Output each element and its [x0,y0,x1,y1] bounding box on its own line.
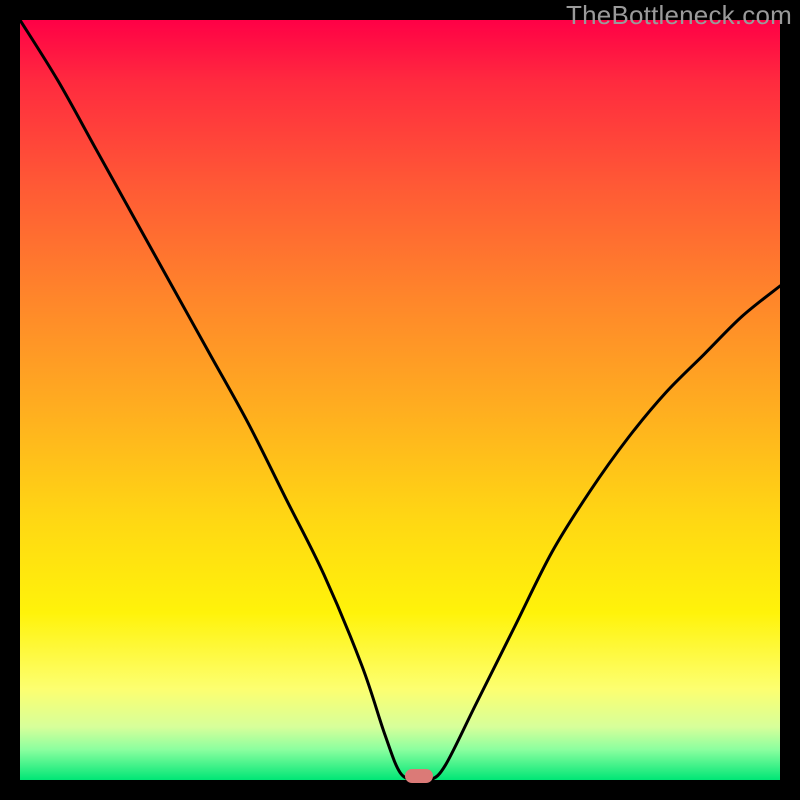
optimal-point-marker [405,769,433,783]
plot-area [20,20,780,780]
chart-frame: TheBottleneck.com [0,0,800,800]
bottleneck-curve [20,20,780,780]
watermark-text: TheBottleneck.com [566,0,792,31]
